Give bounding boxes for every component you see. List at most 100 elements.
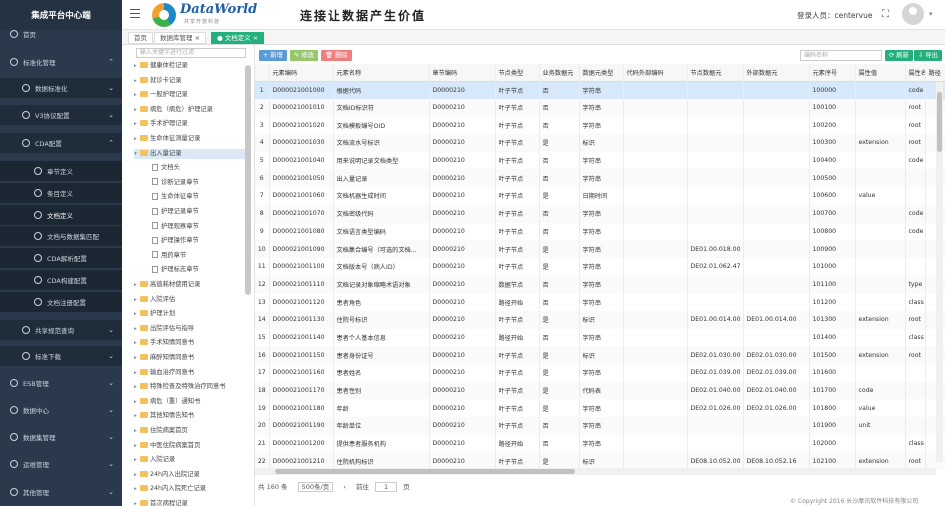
tree-node[interactable]: ▸ 高值耗材使用记录 xyxy=(134,280,245,290)
tree-scrollbar[interactable] xyxy=(245,65,251,295)
table-row[interactable]: 10 D000021001090 文档集合编号（可选的文档... D0000210 叶子… xyxy=(255,240,945,258)
add-button[interactable]: + 新增 xyxy=(259,50,287,61)
tree-node[interactable]: ▸ 病危（病危）护理记录 xyxy=(134,105,245,115)
tree-node[interactable]: 护理标志章节 xyxy=(152,265,245,275)
table-row[interactable]: 21 D000021001200 提供患者服务机构 D0000210 路径开始否字符串 1… xyxy=(255,434,945,453)
sidebar-item[interactable]: 条目定义 xyxy=(0,183,122,203)
table-row[interactable]: 9 D000021001080 文档语言类型编码 D0000210 叶子节点否字符串 10… xyxy=(255,222,945,241)
tree-node[interactable]: ▸ 健康体检记录 xyxy=(134,61,245,71)
tree-node[interactable]: ▸ 中医住院病案首页 xyxy=(134,441,245,451)
tree-node[interactable]: 护理记录章节 xyxy=(152,207,245,217)
tree-node[interactable]: ▸ 病危（重）通知书 xyxy=(134,397,245,407)
page-number-input[interactable]: 1 xyxy=(375,482,398,492)
column-header[interactable]: 数据元类型 xyxy=(579,64,624,82)
column-header[interactable]: 元素名称 xyxy=(333,64,430,82)
sidebar-item[interactable]: 标准化管理 ⌃ xyxy=(0,52,122,72)
tree-node[interactable]: 诊断记录章节 xyxy=(152,178,245,188)
table-row[interactable]: 7 D000021001060 文档机器生成时间 D0000210 叶子节点是日期时间 1… xyxy=(255,187,945,205)
column-header[interactable]: 章节编码 xyxy=(429,64,496,82)
edit-button[interactable]: ✎ 修改 xyxy=(290,50,318,61)
tree-node[interactable]: ▸ 护理计划 xyxy=(134,309,245,319)
sidebar-item[interactable]: CDA解析配置 xyxy=(0,248,122,268)
tree-node[interactable]: ▸ 其他知情告知书 xyxy=(134,411,245,421)
table-row[interactable]: 3 D000021001020 文档模板编号OID D0000210 叶子节点否字符串 1… xyxy=(255,116,945,135)
table-row[interactable]: 17 D000021001160 患者姓名 D0000210 叶子节点是字符串 DE02.… xyxy=(255,364,945,382)
tree-node[interactable]: ▸ 入院评估 xyxy=(134,295,245,305)
avatar[interactable] xyxy=(902,3,924,25)
tree-node[interactable]: ▸ 24h内入出院记录 xyxy=(134,470,245,480)
tree-search-input[interactable]: 输入关键字进行过滤 xyxy=(136,48,246,58)
refresh-button[interactable]: ⟳ 刷新 xyxy=(885,50,913,61)
grid-search-input[interactable]: 编码名称 xyxy=(800,50,882,61)
table-row[interactable]: 4 D000021001030 文档流水号标识 D0000210 叶子节点是标识 1003… xyxy=(255,134,945,152)
tree-node[interactable]: 护理观察章节 xyxy=(152,222,245,232)
sidebar-item[interactable]: 标准下载 ⌄ xyxy=(0,346,122,366)
table-row[interactable]: 15 D000021001140 患者个人基本信息 D0000210 路径开始否字符串 1… xyxy=(255,328,945,347)
tree-node[interactable]: ▸ 麻醉知情同意书 xyxy=(134,353,245,363)
sidebar-item[interactable]: 数据中心 ⌄ xyxy=(0,400,122,420)
column-header[interactable] xyxy=(255,64,270,82)
grid-vertical-scrollbar[interactable] xyxy=(936,82,943,462)
tree-node[interactable]: ▸ 特殊检查及特殊治疗同意书 xyxy=(134,382,245,392)
sidebar-item[interactable]: 运维管理 ⌄ xyxy=(0,454,122,474)
tree-node[interactable]: 护理操作章节 xyxy=(152,236,245,246)
tab-document-definition[interactable]: ● 文档定义 × xyxy=(211,32,265,44)
table-row[interactable]: 14 D000021001130 住院号标识 D0000210 叶子节点是标识 DE01.… xyxy=(255,310,945,329)
table-row[interactable]: 18 D000021001170 患者性别 D0000210 叶子节点是代码表 DE02.… xyxy=(255,381,945,400)
column-header[interactable]: 元素编码 xyxy=(269,64,334,82)
prev-page-icon[interactable]: ‹ xyxy=(343,482,346,492)
tree-node[interactable]: 生命体征章节 xyxy=(152,192,245,202)
table-row[interactable]: 2 D000021001010 文档ID标识符 D0000210 叶子节点否字符串 100… xyxy=(255,98,945,117)
sidebar-item[interactable]: 共享规范查询 ⌄ xyxy=(0,320,122,340)
menu-toggle-icon[interactable] xyxy=(130,9,140,18)
sidebar-item[interactable]: 文档定义 xyxy=(0,205,122,225)
tree-node[interactable]: ▸ 生命体征测量记录 xyxy=(134,134,245,144)
table-row[interactable]: 5 D000021001040 用来说明记录文档类型 D0000210 叶子节点否字符串… xyxy=(255,151,945,170)
page-size-select[interactable]: 500条/页 xyxy=(297,482,334,492)
chevron-down-icon[interactable]: ▾ xyxy=(929,10,933,18)
tree-node[interactable]: 文档头 xyxy=(152,163,245,173)
tree-node[interactable]: ▸ 一般护理记录 xyxy=(134,90,245,100)
table-row[interactable]: 13 D000021001120 患者角色 D0000210 路径开始否字符串 10120… xyxy=(255,293,945,311)
tree-node[interactable]: ▸ 入院记录 xyxy=(134,455,245,465)
column-header[interactable]: 业务数据元 xyxy=(539,64,580,82)
table-row[interactable]: 20 D000021001190 年龄单位 D0000210 叶子节点否字符串 10190… xyxy=(255,417,945,435)
sidebar-item[interactable]: V3协议配置 ⌄ xyxy=(0,105,122,125)
sidebar-item[interactable]: 数据集管理 ⌄ xyxy=(0,427,122,447)
sidebar-item[interactable]: 章节定义 xyxy=(0,161,122,181)
sidebar-item[interactable]: CDA构建配置 xyxy=(0,270,122,290)
table-row[interactable]: 6 D000021001050 出入量记录 D0000210 叶子节点否字符串 10050… xyxy=(255,169,945,188)
sidebar-item[interactable]: CDA配置 ⌃ xyxy=(0,133,122,153)
column-header[interactable]: 代码外部编码 xyxy=(623,64,688,82)
grid-horizontal-scrollbar[interactable] xyxy=(255,468,936,475)
table-row[interactable]: 11 D000021001100 文档版本号（病人ID） D0000210 叶子节点是字… xyxy=(255,257,945,276)
tree-node[interactable]: ▸ 24h内入院死亡记录 xyxy=(134,484,245,494)
table-row[interactable]: 1 D000021001000 根据代码 D0000210 叶子节点否字符串 100000… xyxy=(255,81,945,99)
sidebar-item[interactable]: 其他管理 ⌄ xyxy=(0,482,122,502)
column-header[interactable]: 外部数据元 xyxy=(743,64,810,82)
column-header[interactable]: 元素序号 xyxy=(809,64,856,82)
column-header[interactable]: 属性值 xyxy=(855,64,906,82)
column-header[interactable]: 属性名称 xyxy=(905,64,926,82)
sidebar-item[interactable]: 文档与数据集匹配 xyxy=(0,226,122,246)
tree-node[interactable]: ▸ 手术知情同意书 xyxy=(134,338,245,348)
tree-node[interactable]: ▸ 住院病案首页 xyxy=(134,426,245,436)
column-header[interactable]: 节点数据元 xyxy=(687,64,744,82)
tree-node[interactable]: 用药章节 xyxy=(152,251,245,261)
sidebar-item[interactable]: 首页 xyxy=(0,24,122,44)
export-button[interactable]: ⇩ 导出 xyxy=(914,50,942,61)
fullscreen-icon[interactable]: ⛶ xyxy=(882,9,889,20)
tree-node[interactable]: ▸ 首次病程记录 xyxy=(134,499,245,506)
tree-node[interactable]: ▸ 出院评估与指导 xyxy=(134,324,245,334)
column-header[interactable]: 节点类型 xyxy=(495,64,540,82)
tab-database[interactable]: 数据库管理 × xyxy=(154,32,207,44)
tree-node[interactable]: ▾ 出入量记录 xyxy=(134,148,245,159)
tree-node[interactable]: ▸ 手术护理记录 xyxy=(134,119,245,129)
table-row[interactable]: 19 D000021001180 年龄 D0000210 叶子节点是字符串 DE02.01… xyxy=(255,399,945,418)
sidebar-item[interactable]: ESB管理 ⌄ xyxy=(0,373,122,393)
tree-node[interactable]: ▸ 输血治疗同意书 xyxy=(134,368,245,378)
table-row[interactable]: 12 D000021001110 文档记录对象缩略术语对象 D0000210 数据节点否… xyxy=(255,275,945,294)
tree-node[interactable]: ▸ 就诊卡记录 xyxy=(134,76,245,86)
sidebar-item[interactable]: 数据标准化 ⌄ xyxy=(0,78,122,98)
delete-button[interactable]: 🗑 删除 xyxy=(321,50,352,61)
